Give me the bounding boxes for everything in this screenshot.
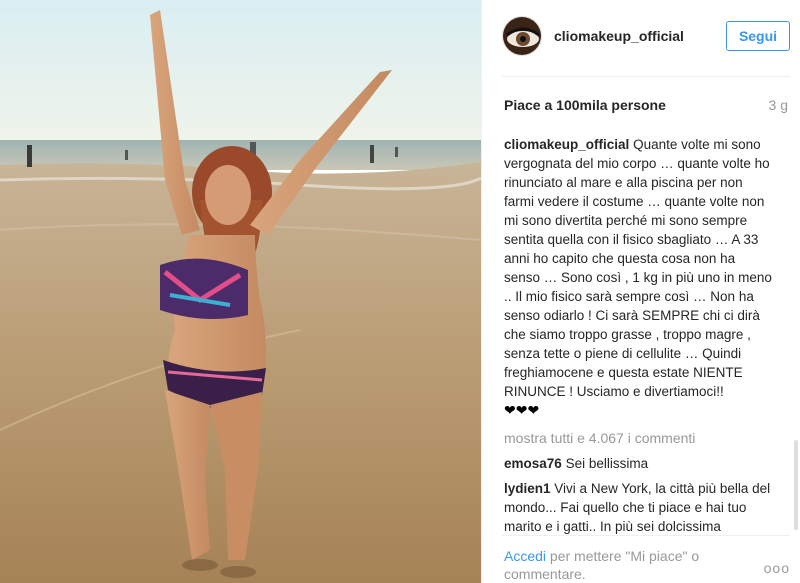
comment-text: Sei bellissima (565, 456, 649, 471)
comment-item: emosa76 Sei bellissima (504, 454, 774, 473)
comment-username[interactable]: emosa76 (504, 456, 562, 471)
more-options-icon[interactable]: ooo (764, 560, 790, 576)
comment-username[interactable]: lydien1 (504, 481, 551, 496)
post-photo (0, 0, 481, 583)
caption-text: Quante volte mi sono vergognata del mio … (504, 137, 772, 399)
divider (502, 76, 790, 77)
post-time[interactable]: 3 g (769, 97, 788, 113)
login-link[interactable]: Accedi (504, 548, 546, 564)
post-side-panel: cliomakeup_official Segui Piace a 100mil… (481, 0, 800, 583)
caption-hearts: ❤❤❤ (504, 402, 540, 418)
login-prompt: Accedi per mettere "Mi piace" o commenta… (504, 547, 724, 583)
comments-scrollbar[interactable] (794, 440, 798, 530)
follow-button[interactable]: Segui (726, 21, 790, 51)
post-username[interactable]: cliomakeup_official (554, 28, 684, 44)
caption: cliomakeup_official Quante volte mi sono… (504, 135, 774, 420)
view-all-comments-link[interactable]: mostra tutti e 4.067 i commenti (504, 430, 695, 446)
divider (502, 535, 790, 536)
eye-avatar-icon[interactable] (502, 16, 542, 56)
comment-item: lydien1 Vivi a New York, la città più be… (504, 479, 774, 536)
post-header: cliomakeup_official Segui (502, 16, 790, 60)
caption-username[interactable]: cliomakeup_official (504, 137, 629, 152)
likes-count[interactable]: Piace a 100mila persone (504, 97, 666, 113)
